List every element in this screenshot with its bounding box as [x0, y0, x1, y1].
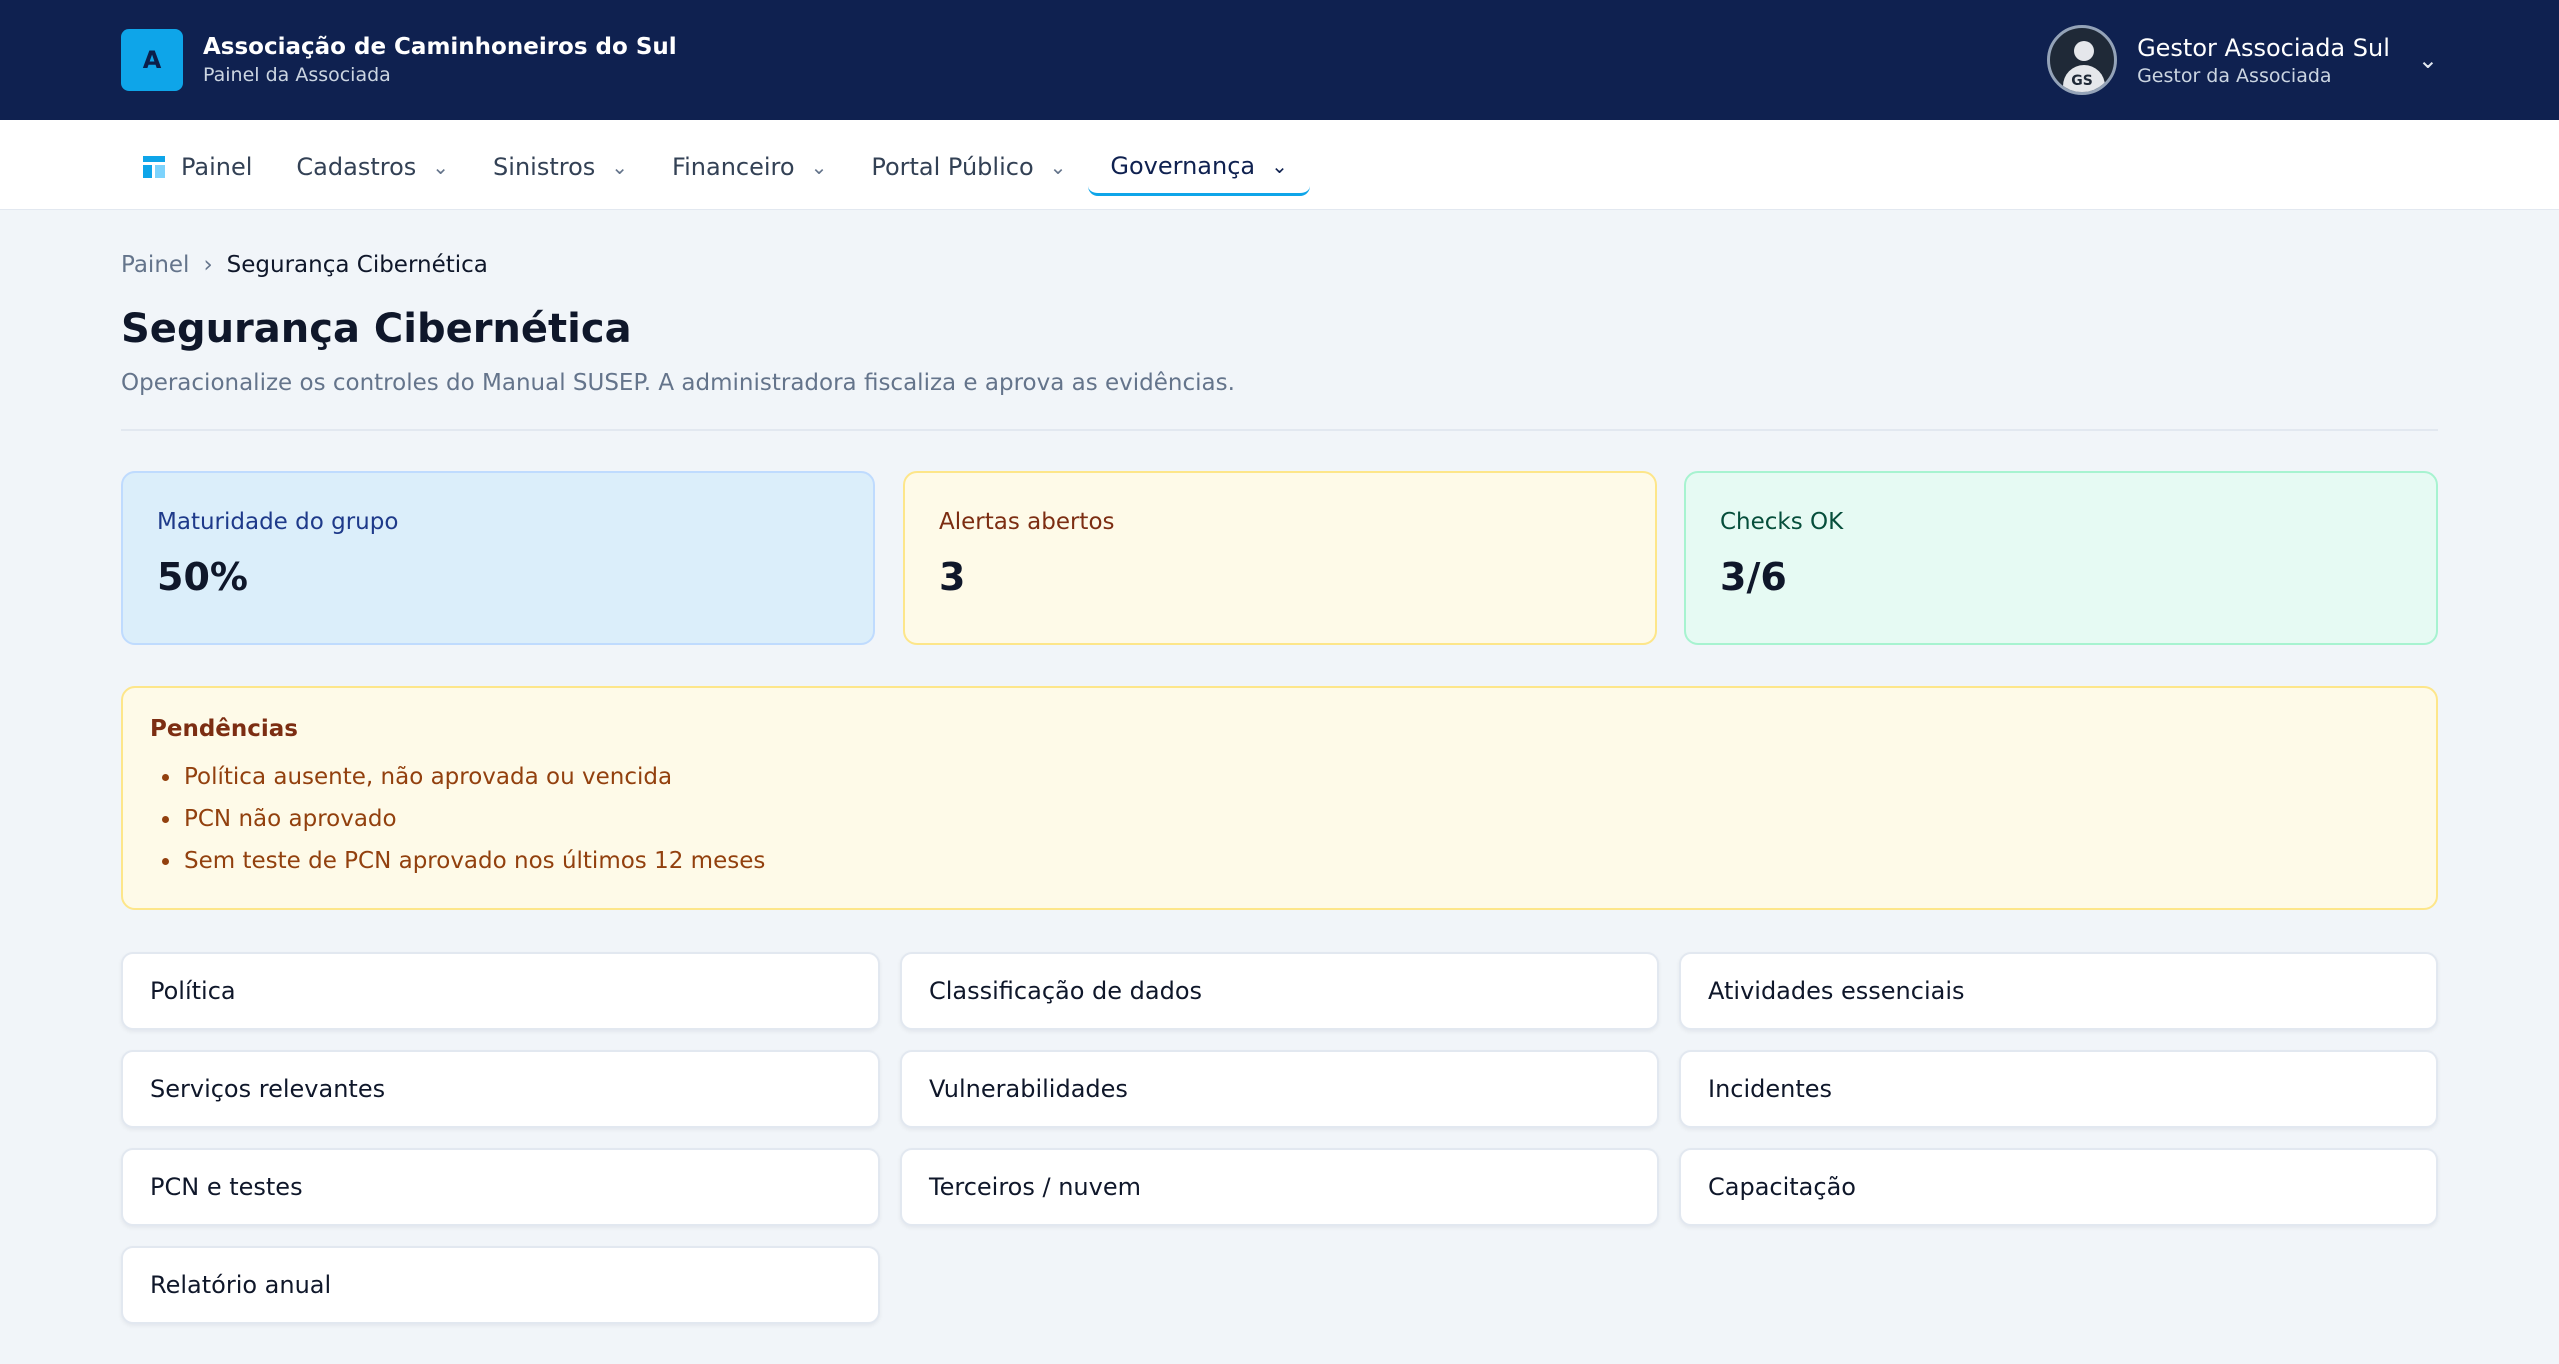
nav-item-portal-publico[interactable]: Portal Público ⌄	[849, 138, 1088, 196]
control-card-vulnerabilidades[interactable]: Vulnerabilidades	[900, 1050, 1659, 1128]
chevron-down-icon: ⌄	[611, 155, 629, 179]
control-card-pcn-testes[interactable]: PCN e testes	[121, 1148, 880, 1226]
breadcrumb-separator: ›	[203, 252, 213, 278]
control-card-incidentes[interactable]: Incidentes	[1679, 1050, 2438, 1128]
user-role: Gestor da Associada	[2137, 65, 2332, 87]
nav-item-label: Cadastros	[296, 153, 417, 181]
nav-items: Painel Cadastros ⌄ Sinistros ⌄ Financeir…	[121, 138, 1310, 196]
control-card-servicos-relevantes[interactable]: Serviços relevantes	[121, 1050, 880, 1128]
avatar[interactable]: GS	[2047, 25, 2118, 95]
pending-item: PCN não aprovado	[150, 798, 2409, 840]
control-card-capacitacao[interactable]: Capacitação	[1679, 1148, 2438, 1226]
control-card-relatorio-anual[interactable]: Relatório anual	[121, 1246, 880, 1324]
chevron-down-icon: ⌄	[432, 155, 450, 179]
user-menu[interactable]: GS Gestor Associada Sul Gestor da Associ…	[2047, 24, 2438, 96]
nav-item-label: Painel	[181, 153, 253, 181]
control-card-atividades-essenciais[interactable]: Atividades essenciais	[1679, 952, 2438, 1030]
nav-item-label: Portal Público	[871, 153, 1034, 181]
pending-list: Política ausente, não aprovada ou vencid…	[150, 756, 2409, 882]
nav-item-painel[interactable]: Painel	[121, 138, 274, 196]
user-info: Gestor Associada Sul Gestor da Associada	[2137, 32, 2390, 88]
nav-item-sinistros[interactable]: Sinistros ⌄	[471, 138, 650, 196]
brand-title: Associação de Caminhoneiros do Sul	[203, 34, 677, 60]
breadcrumb: Painel › Segurança Cibernética	[121, 252, 488, 278]
stat-label: Alertas abertos	[939, 509, 1115, 535]
pending-item: Sem teste de PCN aprovado nos últimos 12…	[150, 840, 2409, 882]
pending-panel: Pendências Política ausente, não aprovad…	[121, 686, 2438, 910]
chevron-down-icon: ⌄	[810, 155, 828, 179]
nav-item-financeiro[interactable]: Financeiro ⌄	[650, 138, 849, 196]
main-nav: Painel Cadastros ⌄ Sinistros ⌄ Financeir…	[0, 120, 2559, 210]
stat-value: 50%	[157, 555, 248, 599]
user-name: Gestor Associada Sul	[2137, 34, 2390, 62]
chevron-down-icon: ⌄	[1271, 153, 1288, 178]
brand-block: Associação de Caminhoneiros do Sul Paine…	[203, 32, 677, 88]
breadcrumb-link-painel[interactable]: Painel	[121, 252, 189, 278]
stat-label: Maturidade do grupo	[157, 509, 399, 535]
page-title: Segurança Cibernética	[121, 306, 632, 352]
control-card-terceiros-nuvem[interactable]: Terceiros / nuvem	[900, 1148, 1659, 1226]
control-card-classificacao-dados[interactable]: Classificação de dados	[900, 952, 1659, 1030]
chevron-down-icon: ⌄	[1049, 155, 1067, 179]
stat-label: Checks OK	[1720, 509, 1844, 535]
stats-row: Maturidade do grupo 50% Alertas abertos …	[121, 471, 2438, 645]
stat-card-checks: Checks OK 3/6	[1684, 471, 2438, 645]
avatar-initials: GS	[2071, 73, 2093, 89]
pending-title: Pendências	[150, 716, 298, 742]
chevron-down-icon[interactable]: ⌄	[2418, 46, 2438, 74]
nav-item-label: Governança	[1110, 151, 1256, 180]
brand-logo[interactable]: A	[121, 29, 183, 91]
stat-card-maturidade: Maturidade do grupo 50%	[121, 471, 875, 645]
breadcrumb-current: Segurança Cibernética	[226, 252, 488, 278]
nav-item-governanca[interactable]: Governança ⌄	[1088, 138, 1310, 196]
nav-item-cadastros[interactable]: Cadastros ⌄	[274, 138, 471, 196]
control-card-politica[interactable]: Política	[121, 952, 880, 1030]
brand-subtitle: Painel da Associada	[203, 64, 391, 86]
pending-item: Política ausente, não aprovada ou vencid…	[150, 756, 2409, 798]
stat-value: 3/6	[1720, 555, 1787, 599]
nav-item-label: Sinistros	[493, 153, 596, 181]
divider	[121, 429, 2438, 431]
top-header: A Associação de Caminhoneiros do Sul Pai…	[0, 0, 2559, 120]
stat-value: 3	[939, 555, 966, 599]
dashboard-icon	[143, 156, 165, 178]
avatar-head-shape	[2074, 41, 2095, 61]
stat-card-alertas: Alertas abertos 3	[903, 471, 1657, 645]
page-description: Operacionalize os controles do Manual SU…	[121, 370, 1235, 396]
nav-item-label: Financeiro	[672, 153, 795, 181]
